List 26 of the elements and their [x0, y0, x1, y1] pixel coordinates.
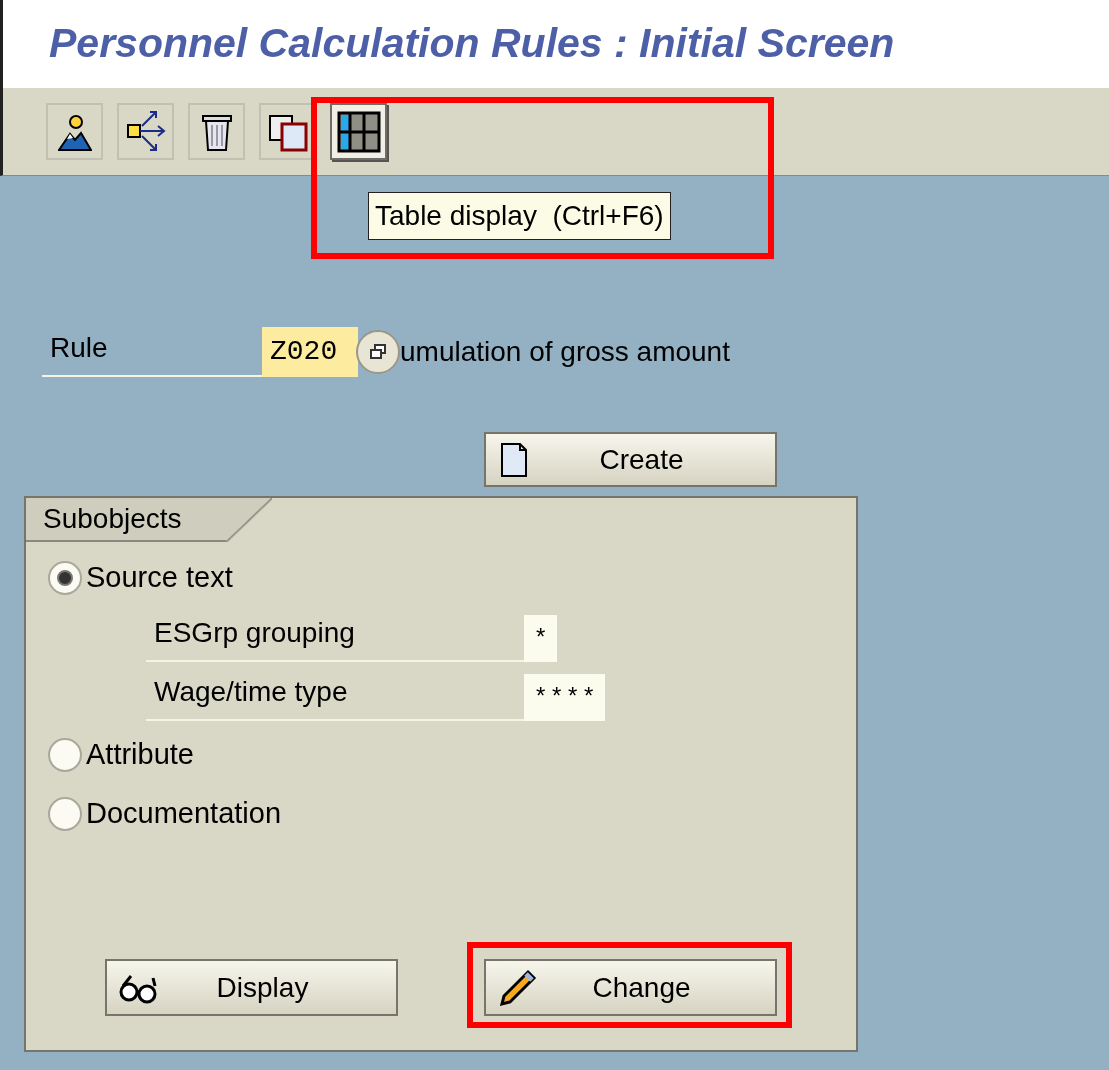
toolbar-button[interactable]: [117, 103, 174, 160]
arrows-icon: [125, 109, 166, 154]
input-field[interactable]: *: [524, 615, 558, 662]
radio-button[interactable]: [48, 738, 82, 772]
group-title: Subobjects: [26, 498, 226, 542]
input-field[interactable]: Z020: [262, 327, 358, 377]
toolbar-button[interactable]: [330, 103, 387, 160]
radio-button[interactable]: [48, 797, 82, 831]
table-icon: [336, 110, 381, 153]
toolbar-button[interactable]: [188, 103, 245, 160]
tooltip: Table display (Ctrl+F6): [368, 192, 671, 240]
pencil-icon: [498, 967, 538, 1008]
windows-icon: [369, 344, 387, 360]
create-button[interactable]: Create: [484, 432, 777, 487]
input-field[interactable]: * * * *: [524, 674, 606, 721]
radio-button[interactable]: [48, 561, 82, 595]
radio-label: Source text: [86, 560, 233, 596]
document-icon: [500, 441, 528, 478]
possible-entries-button[interactable]: [356, 330, 400, 374]
change-button[interactable]: Change: [484, 959, 777, 1016]
radio-label: Attribute: [86, 737, 194, 773]
toolbar-button[interactable]: [46, 103, 103, 160]
radio-label: Documentation: [86, 796, 282, 832]
window-title: Personnel Calculation Rules : Initial Screen: [49, 19, 895, 69]
display-button[interactable]: Display: [105, 959, 398, 1016]
rule-description: umulation of gross amount: [400, 335, 730, 369]
